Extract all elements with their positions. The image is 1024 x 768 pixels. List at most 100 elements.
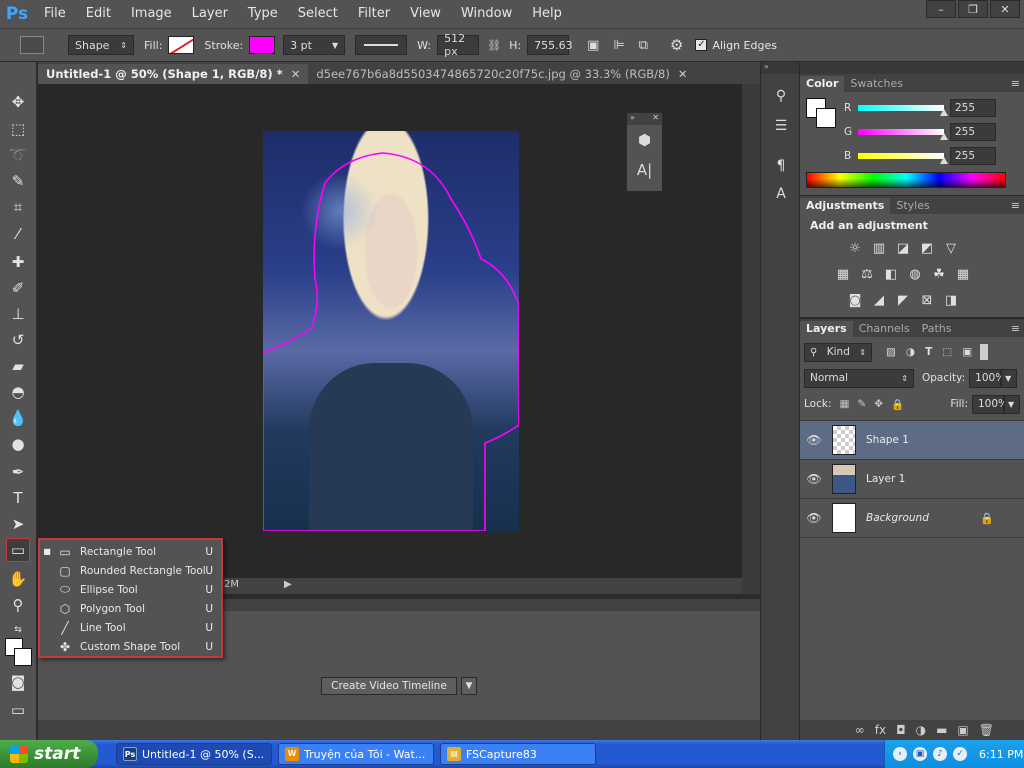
minimize-button[interactable]: – xyxy=(926,0,956,18)
delete-layer-icon[interactable]: 🗑 xyxy=(979,723,994,737)
fill-swatch[interactable] xyxy=(168,36,195,54)
paint-bucket-tool-icon[interactable]: ◓ xyxy=(6,380,30,404)
fill-dropdown-icon[interactable]: ▼ xyxy=(1004,394,1020,414)
curves-icon[interactable]: ◪ xyxy=(894,240,912,258)
history-panel-icon[interactable]: ⚲ xyxy=(771,88,791,108)
security-shield-icon[interactable]: ✓ xyxy=(953,747,967,761)
tool-preset-picker[interactable] xyxy=(20,36,44,54)
eraser-tool-icon[interactable]: ▰ xyxy=(6,354,30,378)
selective-color-icon[interactable]: ⊠ xyxy=(918,292,936,310)
move-tool-icon[interactable]: ✥ xyxy=(6,90,30,114)
link-icon[interactable]: ⛓ xyxy=(487,39,501,52)
adjustment-filter-icon[interactable]: ◑ xyxy=(906,346,915,358)
flyout-polygon-tool[interactable]: ⬡ Polygon Tool U xyxy=(40,599,221,618)
flyout-rectangle-tool[interactable]: ■ ▭ Rectangle Tool U xyxy=(40,542,221,561)
eyedropper-tool-icon[interactable]: ⁄ xyxy=(6,222,30,246)
close-tab-icon[interactable]: ✕ xyxy=(291,67,301,81)
filter-toggle-switch[interactable] xyxy=(980,344,989,360)
path-arrangement-icon[interactable]: ⧉ xyxy=(639,38,648,53)
exposure-icon[interactable]: ◩ xyxy=(918,240,936,258)
link-layers-icon[interactable]: ∞ xyxy=(855,723,865,737)
layer-row-shape-1[interactable]: 👁 Shape 1 xyxy=(800,421,1024,460)
opacity-dropdown-icon[interactable]: ▼ xyxy=(1001,368,1018,388)
background-color-swatch[interactable] xyxy=(14,648,32,666)
eye-icon[interactable]: 👁 xyxy=(800,472,828,486)
lock-pixels-icon[interactable]: ✎ xyxy=(857,398,866,410)
vibrance-icon[interactable]: ▽ xyxy=(942,240,960,258)
blend-mode-select[interactable]: Normal ⇕ xyxy=(804,368,914,388)
create-video-timeline-button[interactable]: Create Video Timeline xyxy=(321,677,457,695)
healing-brush-tool-icon[interactable]: ✚ xyxy=(6,250,30,274)
add-mask-icon[interactable]: ◘ xyxy=(896,723,906,737)
blue-value-field[interactable]: 255 xyxy=(950,147,996,165)
menu-file[interactable]: File xyxy=(34,0,76,28)
lasso-tool-icon[interactable]: ➰ xyxy=(6,143,30,167)
flyout-rounded-rectangle-tool[interactable]: ▢ Rounded Rectangle Tool U xyxy=(40,561,221,580)
opacity-field[interactable]: 100% xyxy=(969,368,1005,388)
color-balance-icon[interactable]: ⚖ xyxy=(858,266,876,284)
type-filter-icon[interactable]: T xyxy=(925,346,932,358)
stroke-type-select[interactable] xyxy=(355,35,408,55)
invert-icon[interactable]: ◙ xyxy=(846,292,864,310)
eye-icon[interactable]: 👁 xyxy=(800,511,828,525)
canvas-vertical-scrollbar[interactable] xyxy=(742,84,760,594)
brush-tool-icon[interactable]: ✐ xyxy=(6,276,30,300)
properties-panel-icon[interactable]: ☰ xyxy=(771,118,791,138)
taskbar-item-photoshop[interactable]: Ps Untitled-1 @ 50% (S... xyxy=(116,743,272,765)
photo-filter-icon[interactable]: ◍ xyxy=(906,266,924,284)
channel-mixer-icon[interactable]: ☘ xyxy=(930,266,948,284)
screen-mode-icon[interactable]: ▭ xyxy=(6,698,30,722)
stroke-swatch[interactable] xyxy=(249,36,276,54)
width-field[interactable]: 512 px xyxy=(437,32,480,58)
gear-icon[interactable]: ⚙ xyxy=(670,36,683,54)
tab-channels[interactable]: Channels xyxy=(853,321,916,337)
lock-position-icon[interactable]: ✥ xyxy=(874,398,883,410)
smart-object-filter-icon[interactable]: ▣ xyxy=(962,346,972,358)
status-menu-arrow-icon[interactable]: ▶ xyxy=(284,579,292,590)
menu-help[interactable]: Help xyxy=(522,0,572,28)
zoom-tool-icon[interactable]: ⚲ xyxy=(6,593,30,617)
tab-adjustments[interactable]: Adjustments xyxy=(800,198,891,214)
dodge-tool-icon[interactable]: ● xyxy=(6,432,30,456)
flyout-ellipse-tool[interactable]: ⬭ Ellipse Tool U xyxy=(40,580,221,599)
new-layer-icon[interactable]: ▣ xyxy=(957,723,968,737)
menu-image[interactable]: Image xyxy=(121,0,182,28)
quick-mask-icon[interactable]: ◙ xyxy=(6,670,30,694)
strip-collapse-icon[interactable]: » xyxy=(761,62,799,74)
hue-saturation-icon[interactable]: ▦ xyxy=(834,266,852,284)
menu-type[interactable]: Type xyxy=(238,0,288,28)
fill-field[interactable]: 100% xyxy=(972,394,1008,414)
network-icon[interactable]: ▣ xyxy=(913,747,927,761)
quick-selection-tool-icon[interactable]: ✎ xyxy=(6,169,30,193)
gradient-map-icon[interactable]: ◨ xyxy=(942,292,960,310)
shape-tool-icon[interactable]: ▭ xyxy=(6,538,30,562)
type-tool-icon[interactable]: T xyxy=(6,486,30,510)
volume-icon[interactable]: ♪ xyxy=(933,747,947,761)
character-panel-icon[interactable]: A| xyxy=(627,155,662,185)
menu-edit[interactable]: Edit xyxy=(76,0,121,28)
lock-transparent-icon[interactable]: ▦ xyxy=(839,398,849,410)
green-value-field[interactable]: 255 xyxy=(950,123,996,141)
close-button[interactable]: ✕ xyxy=(990,0,1020,18)
timeline-dropdown-icon[interactable]: ▼ xyxy=(461,677,477,695)
tab-color[interactable]: Color xyxy=(800,76,845,92)
shape-mode-select[interactable]: Shape ⇕ xyxy=(68,35,134,55)
3d-panel-icon[interactable]: ⬢ xyxy=(627,125,662,155)
color-background-swatch[interactable] xyxy=(816,108,836,128)
restore-button[interactable]: ❐ xyxy=(958,0,988,18)
blur-tool-icon[interactable]: 💧 xyxy=(6,406,30,430)
menu-layer[interactable]: Layer xyxy=(182,0,238,28)
lock-all-icon[interactable]: 🔒 xyxy=(891,398,904,411)
pixel-filter-icon[interactable]: ▨ xyxy=(886,346,896,358)
menu-window[interactable]: Window xyxy=(451,0,522,28)
start-button[interactable]: start xyxy=(0,740,98,768)
brightness-contrast-icon[interactable]: ☼ xyxy=(846,240,864,258)
menu-filter[interactable]: Filter xyxy=(348,0,400,28)
hand-tool-icon[interactable]: ✋ xyxy=(6,567,30,591)
eye-icon[interactable]: 👁 xyxy=(800,433,828,447)
align-edges-checkbox[interactable]: ✓ xyxy=(695,39,708,51)
tray-arrow-icon[interactable]: ‹ xyxy=(893,747,907,761)
flyout-custom-shape-tool[interactable]: ✤ Custom Shape Tool U xyxy=(40,637,221,656)
color-lookup-icon[interactable]: ▦ xyxy=(954,266,972,284)
stroke-width-field[interactable]: 3 pt ▼ xyxy=(283,35,346,55)
